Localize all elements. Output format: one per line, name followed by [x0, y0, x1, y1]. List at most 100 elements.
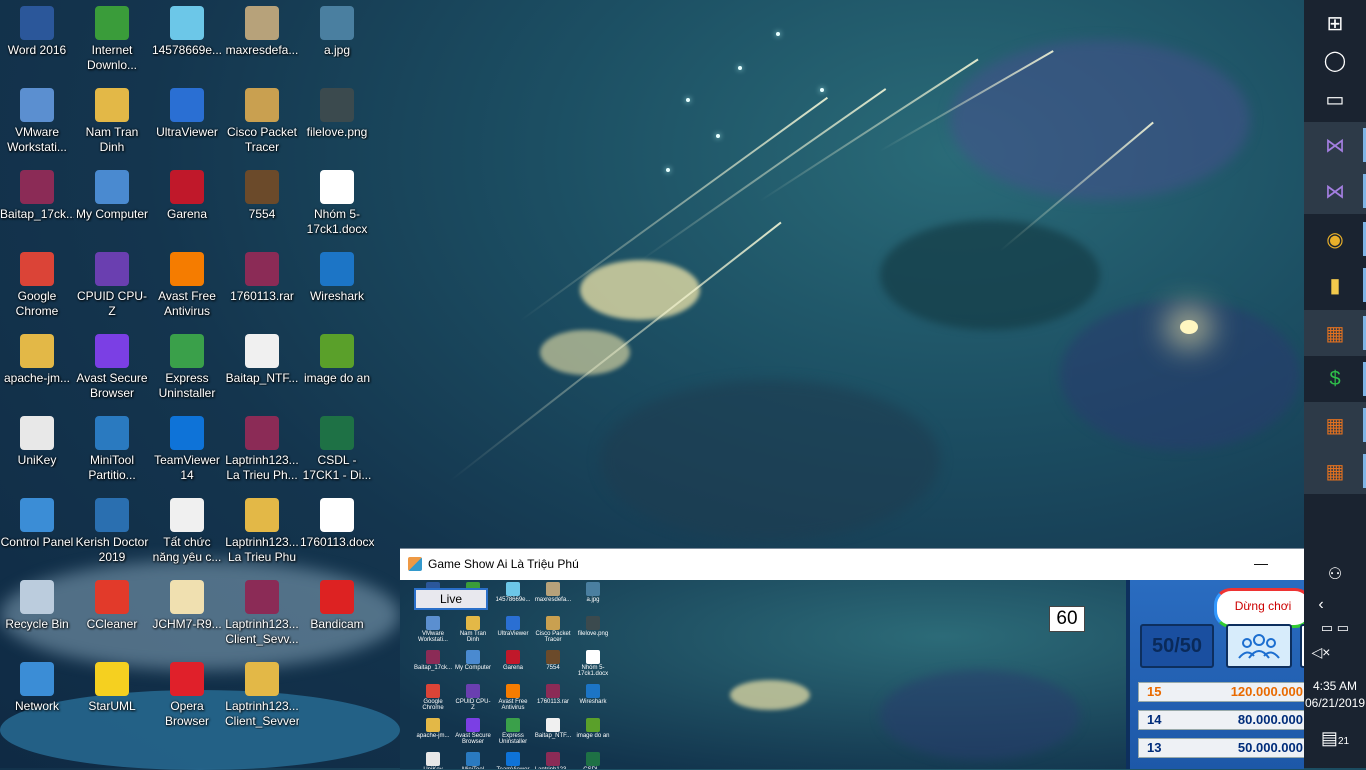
prize-amount: 50.000.000: [1237, 740, 1303, 755]
desktop-icon[interactable]: MiniTool Partitio...: [75, 416, 149, 483]
live-button[interactable]: Live: [414, 588, 488, 610]
cpuz-icon: [466, 684, 480, 698]
folder-icon: [20, 334, 54, 368]
desktop-icon[interactable]: Avast Free Antivirus: [150, 252, 224, 319]
user-folder-icon: [466, 616, 480, 630]
garena-icon: [170, 170, 204, 204]
desktop-icon[interactable]: 1760113.rar: [225, 252, 299, 304]
desktop-icon[interactable]: JCHM7-R9...: [150, 580, 224, 632]
desktop-icon[interactable]: Baitap_17ck...: [0, 170, 74, 222]
game-show-window[interactable]: Game Show Ai Là Triệu Phú — Word 2016Int…: [400, 548, 1304, 769]
desktop-icon[interactable]: My Computer: [75, 170, 149, 222]
desktop-icon[interactable]: TeamViewer 14: [150, 416, 224, 483]
desktop-icon-label: Tất chức năng yêu c...: [152, 535, 222, 564]
user-folder-icon: [95, 88, 129, 122]
desktop-icon[interactable]: apache-jm...: [0, 334, 74, 386]
docx-icon: [586, 650, 600, 664]
desktop-icon[interactable]: CSDL - 17CK1 - Di...: [300, 416, 374, 483]
desktop-icon[interactable]: filelove.png: [300, 88, 374, 140]
desktop-icon[interactable]: Laptrinh123... Client_Sevv...: [225, 580, 299, 647]
document-icon: [546, 718, 560, 732]
mini-icon-label: VMware Workstati...: [418, 631, 448, 643]
mini-icon-label: UltraViewer: [497, 631, 529, 637]
unikey-icon: [426, 752, 440, 766]
taskbar-item[interactable]: ▦: [1304, 402, 1366, 448]
taskbar-item[interactable]: $: [1304, 356, 1366, 402]
desktop-icon[interactable]: CPUID CPU-Z: [75, 252, 149, 319]
desktop-icon[interactable]: Laptrinh123... La Trieu Phu: [225, 498, 299, 565]
desktop-icon[interactable]: Baitap_NTF...: [225, 334, 299, 386]
desktop-icon[interactable]: Word 2016: [0, 6, 74, 58]
taskbar-item[interactable]: ▮: [1304, 262, 1366, 308]
desktop-icon[interactable]: Nam Tran Dinh: [75, 88, 149, 155]
desktop-icon[interactable]: Google Chrome: [0, 252, 74, 319]
desktop-icon[interactable]: Laptrinh123... La Trieu Ph...: [225, 416, 299, 483]
game-icon: [546, 650, 560, 664]
minimize-button[interactable]: —: [1254, 555, 1268, 571]
unikey-icon: [20, 416, 54, 450]
fifty-fifty-button[interactable]: 50/50: [1140, 624, 1214, 668]
desktop-icon[interactable]: Tất chức năng yêu c...: [150, 498, 224, 565]
desktop-icon[interactable]: Opera Browser: [150, 662, 224, 729]
desktop-icon[interactable]: 1760113.docx: [300, 498, 374, 550]
desktop-icon[interactable]: Recycle Bin: [0, 580, 74, 632]
desktop-icon[interactable]: a.jpg: [300, 6, 374, 58]
desktop-icon[interactable]: Bandicam: [300, 580, 374, 632]
desktop-icon[interactable]: Garena: [150, 170, 224, 222]
mini-icon-label: My Computer: [454, 665, 491, 671]
network-tray-icon[interactable]: ▭ ▭: [1304, 620, 1366, 636]
desktop-icon[interactable]: Express Uninstaller: [150, 334, 224, 401]
clock-time[interactable]: 4:35 AM: [1304, 679, 1366, 693]
winforms-app-icon: ▦: [1325, 414, 1345, 437]
mini-icon-label: Garena: [502, 665, 523, 671]
wireshark-icon: [320, 252, 354, 286]
desktop-icon[interactable]: Control Panel: [0, 498, 74, 550]
desktop-icon[interactable]: Kerish Doctor 2019: [75, 498, 149, 565]
desktop-icon-label: Garena: [166, 207, 208, 221]
taskbar-item[interactable]: ▭: [1304, 76, 1366, 122]
desktop-icon[interactable]: Nhóm 5-17ck1.docx: [300, 170, 374, 237]
desktop-icon[interactable]: UltraViewer: [150, 88, 224, 140]
desktop-icon-label: Opera Browser: [164, 699, 209, 728]
taskbar-item[interactable]: ⋈: [1304, 168, 1366, 214]
desktop-icon[interactable]: StarUML: [75, 662, 149, 714]
folder-icon: [245, 662, 279, 696]
mini-icon-label: 14578669e...: [495, 597, 531, 603]
phone-friend-button[interactable]: [1300, 624, 1304, 668]
desktop-icon[interactable]: Laptrinh123... Client_Sevver: [225, 662, 299, 729]
desktop-icon[interactable]: maxresdefa...: [225, 6, 299, 58]
window-title: Game Show Ai Là Triệu Phú: [428, 557, 579, 571]
notification-center-icon[interactable]: ▤21: [1304, 728, 1366, 749]
minitool-icon: [95, 416, 129, 450]
desktop-icon[interactable]: Network: [0, 662, 74, 714]
desktop-icon[interactable]: Avast Secure Browser: [75, 334, 149, 401]
clock-date[interactable]: 06/21/2019: [1304, 696, 1366, 710]
stop-game-button[interactable]: Dừng chơi: [1214, 588, 1304, 628]
windows-start-icon: ⊞: [1326, 12, 1344, 35]
ask-audience-button[interactable]: [1226, 624, 1292, 668]
desktop-icon[interactable]: 7554: [225, 170, 299, 222]
desktop-icon[interactable]: Internet Downlo...: [75, 6, 149, 73]
desktop-icon[interactable]: 14578669e...: [150, 6, 224, 58]
ultraviewer-icon: [170, 88, 204, 122]
taskbar: ⊞ ◯ ▭ ⋈ ⋈ ◉ ▮ ▦ $ ▦ ▦ ⚇ ‹ ▭ ▭ ◁× 4:35 AM 06/21/201…: [1304, 0, 1366, 768]
desktop-icon[interactable]: Wireshark: [300, 252, 374, 304]
desktop-icon[interactable]: Cisco Packet Tracer: [225, 88, 299, 155]
desktop-icon[interactable]: VMware Workstati...: [0, 88, 74, 155]
mini-icon-label: TeamViewer 14: [494, 767, 532, 769]
desktop-icon-label: CCleaner: [86, 617, 138, 631]
taskbar-item[interactable]: ▦: [1304, 310, 1366, 356]
window-titlebar[interactable]: Game Show Ai Là Triệu Phú —: [400, 549, 1304, 579]
mini-icon-label: image do an: [576, 733, 610, 739]
excel-icon: [320, 416, 354, 450]
taskbar-item[interactable]: ▦: [1304, 448, 1366, 494]
desktop-icon-label: image do an: [303, 371, 371, 385]
desktop-icon-label: Internet Downlo...: [86, 43, 138, 72]
taskbar-item[interactable]: ◉: [1304, 216, 1366, 262]
desktop-icon[interactable]: image do an: [300, 334, 374, 386]
taskbar-item[interactable]: ⋈: [1304, 122, 1366, 168]
desktop-icon[interactable]: CCleaner: [75, 580, 149, 632]
desktop-icon[interactable]: UniKey: [0, 416, 74, 468]
people-icon[interactable]: ⚇: [1304, 564, 1366, 584]
teamviewer-icon: [170, 416, 204, 450]
